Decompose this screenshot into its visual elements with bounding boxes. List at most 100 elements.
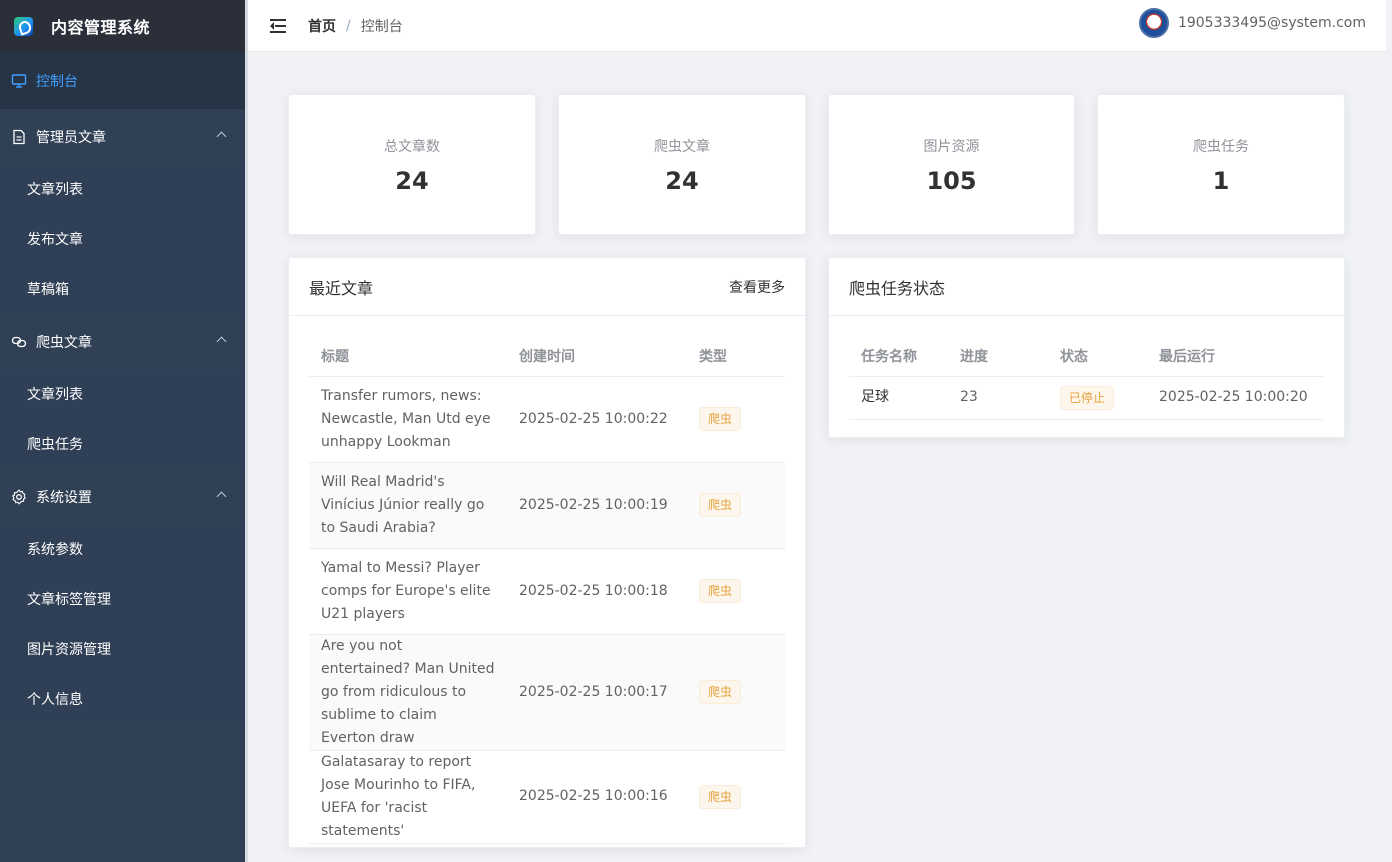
breadcrumb: 首页 / 控制台 xyxy=(308,16,403,36)
status-badge: 已停止 xyxy=(1060,385,1115,410)
stat-label: 总文章数 xyxy=(384,139,440,155)
column-header: 创建时间 xyxy=(507,336,687,377)
page-scrollbar[interactable] xyxy=(1386,0,1392,862)
table-row[interactable]: Galatasaray to report Jose Mourinho to F… xyxy=(309,750,785,844)
app-root: 内容管理系统 控制台 管理员文章 文章列表 发布文章 草稿箱 爬虫文章 文章列表… xyxy=(0,0,1392,862)
table-row[interactable]: Will Real Madrid's Vinícius Júnior reall… xyxy=(309,462,785,549)
article-title: Are you not entertained? Man United go f… xyxy=(309,634,507,751)
column-header: 进度 xyxy=(948,336,1048,377)
article-title: Transfer rumors, news: Newcastle, Man Ut… xyxy=(309,376,507,463)
submenu-crawler-articles: 文章列表 爬虫任务 xyxy=(0,369,245,469)
recent-articles-panel: 最近文章 查看更多 标题 创建时间 类型 Transfer rumors, ne… xyxy=(288,257,806,848)
sidebar-item-publish-article[interactable]: 发布文章 xyxy=(0,214,245,264)
logo-bar: 内容管理系统 xyxy=(0,0,245,52)
breadcrumb-current: 控制台 xyxy=(360,18,403,35)
table-row[interactable]: Are you not entertained? Man United go f… xyxy=(309,634,785,751)
task-last-run: 2025-02-25 10:00:20 xyxy=(1147,376,1324,420)
sidebar-item-article-list[interactable]: 文章列表 xyxy=(0,164,245,214)
recent-table-wrap: 标题 创建时间 类型 Transfer rumors, news: Newcas… xyxy=(289,316,805,844)
type-tag: 爬虫 xyxy=(699,407,742,431)
stat-label: 爬虫文章 xyxy=(654,139,710,155)
type-tag: 爬虫 xyxy=(699,680,742,704)
article-time: 2025-02-25 10:00:22 xyxy=(507,376,687,463)
sidebar-group-system-settings[interactable]: 系统设置 xyxy=(0,469,245,524)
panel-header: 最近文章 查看更多 xyxy=(289,258,805,316)
sidebar-divider xyxy=(245,0,248,862)
link-icon xyxy=(11,334,27,350)
stat-card-total-articles: 总文章数 24 xyxy=(288,94,536,235)
avatar[interactable] xyxy=(1138,8,1169,38)
table-header-row: 任务名称 进度 状态 最后运行 xyxy=(849,336,1324,377)
sidebar-item-crawler-article-list[interactable]: 文章列表 xyxy=(0,369,245,419)
article-title: Yamal to Messi? Player comps for Europe'… xyxy=(309,548,507,635)
type-tag: 爬虫 xyxy=(699,784,742,809)
user-menu[interactable]: 1905333495@system.com xyxy=(1138,8,1366,38)
column-header: 任务名称 xyxy=(849,336,948,377)
sidebar-item-image-management[interactable]: 图片资源管理 xyxy=(0,624,245,674)
submenu-system-settings: 系统参数 文章标签管理 图片资源管理 个人信息 xyxy=(0,524,245,724)
panel-title: 爬虫任务状态 xyxy=(849,278,946,298)
chevron-up-icon xyxy=(216,131,227,141)
table-row[interactable]: 足球 23 已停止 2025-02-25 10:00:20 xyxy=(849,376,1324,420)
sidebar: 内容管理系统 控制台 管理员文章 文章列表 发布文章 草稿箱 爬虫文章 文章列表… xyxy=(0,0,245,862)
table-row[interactable]: Transfer rumors, news: Newcastle, Man Ut… xyxy=(309,376,785,463)
sidebar-item-tag-management[interactable]: 文章标签管理 xyxy=(0,574,245,624)
sidebar-item-system-params[interactable]: 系统参数 xyxy=(0,524,245,574)
sidebar-group-label: 系统设置 xyxy=(36,489,92,506)
view-more-link[interactable]: 查看更多 xyxy=(729,277,785,297)
recent-articles-table: 标题 创建时间 类型 Transfer rumors, news: Newcas… xyxy=(309,336,785,844)
sidebar-item-crawler-tasks[interactable]: 爬虫任务 xyxy=(0,419,245,469)
panel-header: 爬虫任务状态 xyxy=(829,258,1344,316)
sidebar-item-drafts[interactable]: 草稿箱 xyxy=(0,264,245,314)
column-header: 类型 xyxy=(687,336,785,377)
article-time: 2025-02-25 10:00:17 xyxy=(507,634,687,751)
breadcrumb-separator: / xyxy=(346,17,351,34)
column-header: 状态 xyxy=(1048,336,1147,377)
sidebar-group-admin-articles[interactable]: 管理员文章 xyxy=(0,109,245,164)
column-header: 最后运行 xyxy=(1147,336,1324,377)
stat-label: 图片资源 xyxy=(923,139,980,155)
user-email[interactable]: 1905333495@system.com xyxy=(1178,15,1366,31)
stat-value: 24 xyxy=(395,167,429,195)
article-title: Galatasaray to report Jose Mourinho to F… xyxy=(309,750,507,844)
sidebar-item-dashboard[interactable]: 控制台 xyxy=(0,52,245,109)
article-title: Will Real Madrid's Vinícius Júnior reall… xyxy=(309,462,507,549)
stat-label: 爬虫任务 xyxy=(1193,139,1249,155)
sidebar-item-label: 控制台 xyxy=(36,73,78,90)
submenu-admin-articles: 文章列表 发布文章 草稿箱 xyxy=(0,164,245,314)
stat-card-image-resources: 图片资源 105 xyxy=(828,94,1075,235)
breadcrumb-home[interactable]: 首页 xyxy=(308,16,336,36)
top-header: 首页 / 控制台 1905333495@system.com xyxy=(248,0,1386,52)
crawler-tasks-table: 任务名称 进度 状态 最后运行 足球 23 已停止 2025-02-25 10:… xyxy=(849,336,1324,420)
sidebar-group-crawler-articles[interactable]: 爬虫文章 xyxy=(0,314,245,369)
sidebar-group-label: 爬虫文章 xyxy=(36,334,92,351)
article-time: 2025-02-25 10:00:18 xyxy=(507,548,687,635)
table-row[interactable]: Yamal to Messi? Player comps for Europe'… xyxy=(309,548,785,635)
type-tag: 爬虫 xyxy=(699,579,742,603)
crawler-table-wrap: 任务名称 进度 状态 最后运行 足球 23 已停止 2025-02-25 10:… xyxy=(829,316,1344,420)
panel-title: 最近文章 xyxy=(309,278,374,298)
stat-card-crawler-articles: 爬虫文章 24 xyxy=(558,94,806,235)
stat-value: 1 xyxy=(1212,167,1230,195)
stat-value: 24 xyxy=(665,167,699,195)
task-progress: 23 xyxy=(948,376,1048,420)
sidebar-group-label: 管理员文章 xyxy=(36,129,106,146)
stat-value: 105 xyxy=(926,167,977,195)
sidebar-item-profile[interactable]: 个人信息 xyxy=(0,674,245,724)
menu-toggle-icon[interactable] xyxy=(270,18,286,33)
table-header-row: 标题 创建时间 类型 xyxy=(309,336,785,377)
type-tag: 爬虫 xyxy=(699,493,742,517)
document-icon xyxy=(11,129,27,145)
logo-icon xyxy=(14,16,33,36)
column-header: 标题 xyxy=(309,336,507,377)
article-time: 2025-02-25 10:00:19 xyxy=(507,462,687,549)
chevron-up-icon xyxy=(216,491,227,501)
article-time: 2025-02-25 10:00:16 xyxy=(507,750,687,844)
gear-icon xyxy=(11,488,27,505)
crawler-status-panel: 爬虫任务状态 任务名称 进度 状态 最后运行 足球 23 已停止 2025-02… xyxy=(828,257,1345,438)
app-title: 内容管理系统 xyxy=(51,18,151,37)
monitor-icon xyxy=(11,73,27,89)
stat-card-crawler-tasks: 爬虫任务 1 xyxy=(1097,94,1345,235)
chevron-up-icon xyxy=(216,336,227,346)
task-name: 足球 xyxy=(849,376,948,420)
